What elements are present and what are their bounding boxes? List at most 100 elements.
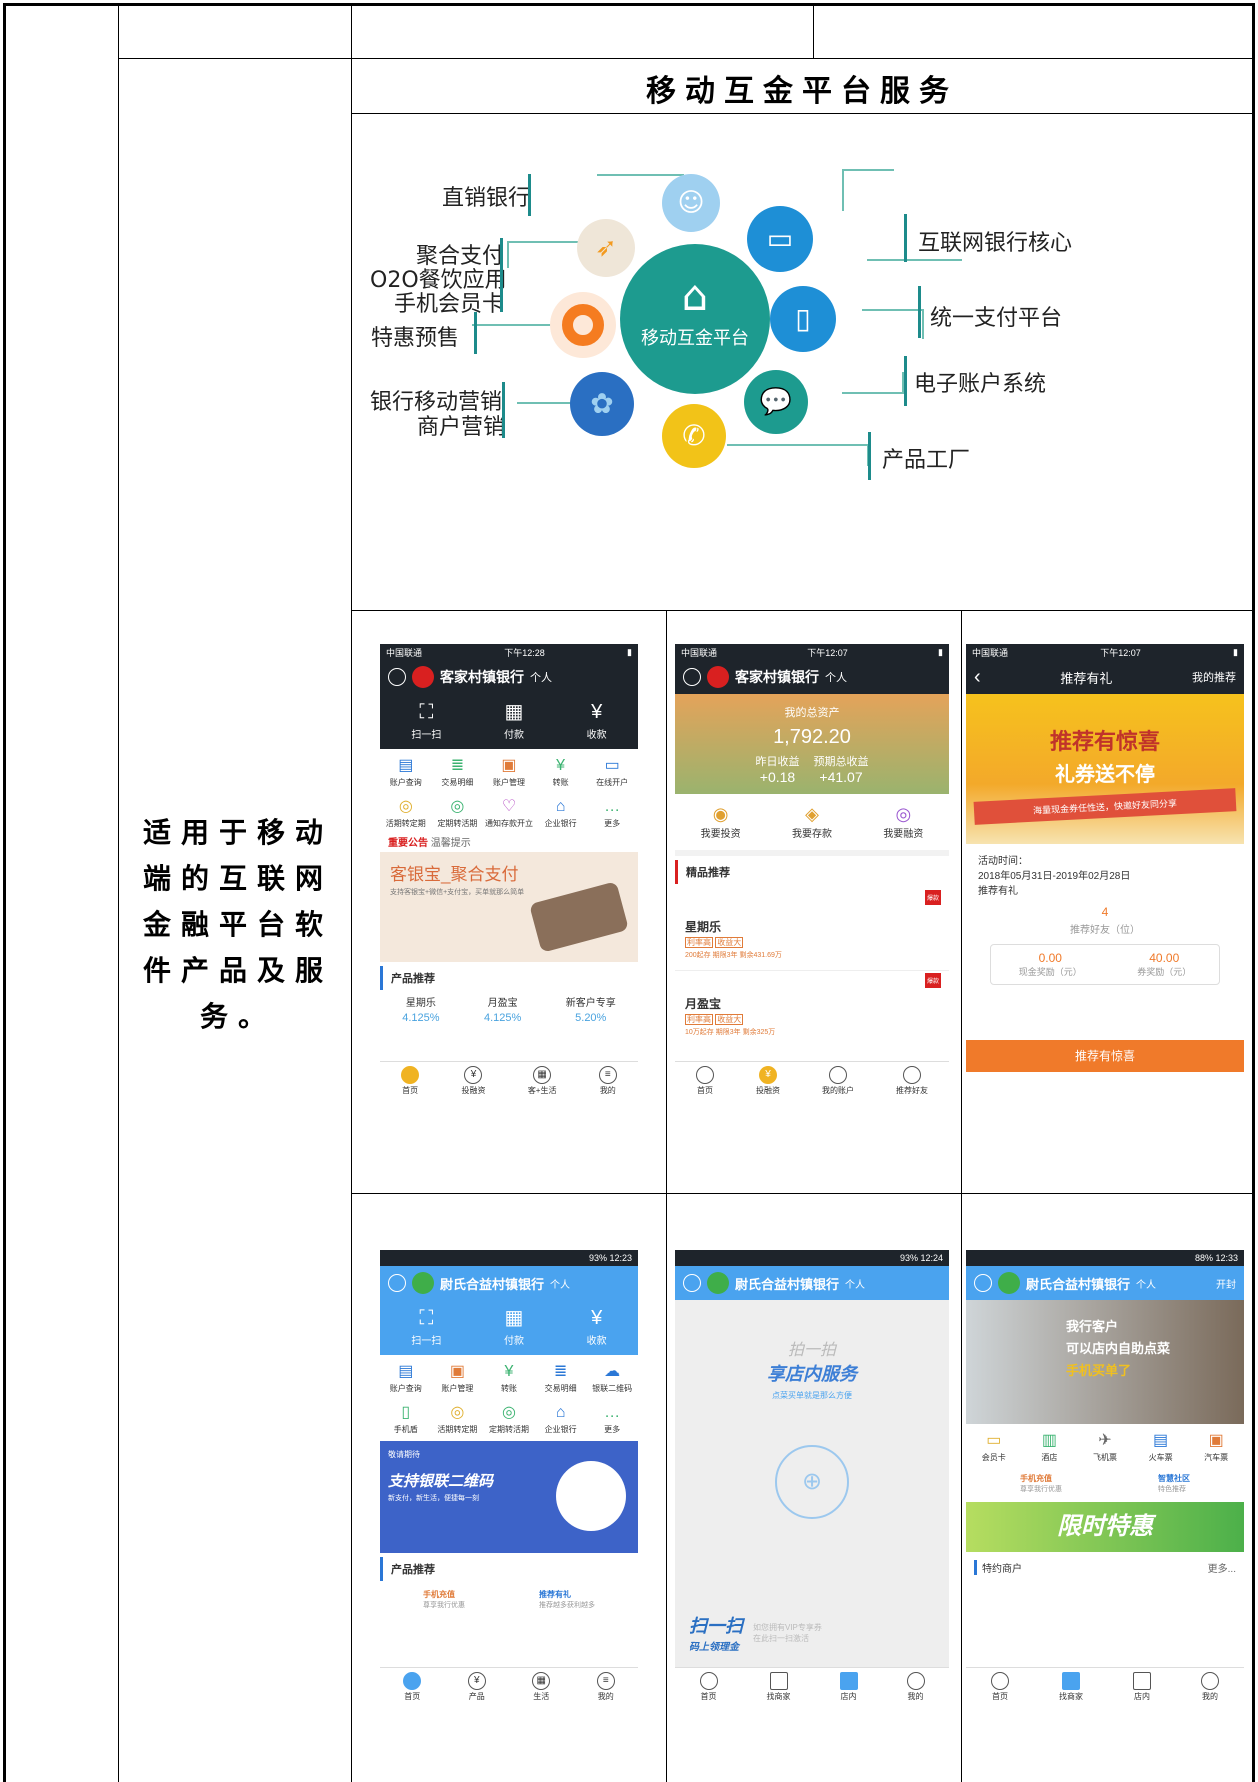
menu-item[interactable]: … 更多 — [586, 796, 638, 829]
receive-button[interactable]: ¥ 收款 — [587, 698, 607, 741]
tab-products[interactable]: ¥ 产品 — [467, 1668, 486, 1708]
back-icon[interactable]: ‹ — [974, 666, 981, 689]
mode-label[interactable]: 个人 — [550, 1276, 570, 1291]
menu-item[interactable]: ♡ 通知存款开立 — [483, 796, 535, 829]
yuan-icon: ¥ — [591, 701, 603, 723]
vip-scan-banner[interactable]: 扫一扫 码上领理金 如您拥有VIP专享券 在此扫一扫激活 — [689, 1612, 935, 1653]
menu-item[interactable]: ⌂ 企业银行 — [535, 1402, 587, 1435]
menu-item[interactable]: ◎ 活期转定期 — [432, 1402, 484, 1435]
product-name: 星期乐 — [405, 998, 436, 1009]
tab-mine[interactable]: 我的 — [1201, 1668, 1219, 1708]
banner[interactable]: 敬请期待 支持银联二维码 新支付，新生活，便捷每一刻 — [380, 1441, 638, 1553]
tab-invest[interactable]: ¥ 投融资 — [756, 1062, 780, 1102]
menu-item[interactable]: ▯ 手机盾 — [380, 1402, 432, 1435]
menu-item[interactable]: ◎ 定期转活期 — [432, 796, 484, 829]
my-referrals-link[interactable]: 我的推荐 — [1192, 669, 1236, 685]
avatar-icon[interactable] — [683, 668, 701, 686]
city-selector[interactable]: 开封 — [1216, 1276, 1236, 1291]
clock: 下午12:07 — [1100, 647, 1141, 658]
avatar-icon[interactable] — [683, 1274, 701, 1292]
category-item[interactable]: ▥ 酒店 — [1022, 1430, 1078, 1463]
invest-button[interactable]: ◉ 我要投资 — [701, 804, 741, 840]
limited-sale-banner[interactable]: 限时特惠 — [966, 1502, 1244, 1552]
tab-life[interactable]: ▦ 生活 — [532, 1668, 551, 1708]
more-link[interactable]: 更多... — [1208, 1560, 1236, 1575]
tab-home[interactable]: 首页 — [991, 1668, 1009, 1708]
tab-merchants[interactable]: 找商家 — [1059, 1668, 1083, 1708]
promo-card[interactable]: 智慧社区 特色推荐 — [1158, 1473, 1190, 1494]
category-item[interactable]: ▭ 会员卡 — [966, 1430, 1022, 1463]
pay-button[interactable]: ▦ 付款 — [504, 1304, 524, 1347]
earnings-row: 昨日收益 +0.18 预期总收益 +41.07 — [675, 753, 949, 785]
menu-item[interactable]: ▭ 在线开户 — [586, 755, 638, 788]
hero-banner[interactable]: 我行客户 可以店内自助点菜 手机买单了 — [966, 1300, 1244, 1424]
tab-life[interactable]: ▦ 客+生活 — [528, 1062, 556, 1102]
tab-in-store[interactable]: 店内 — [1133, 1668, 1151, 1708]
product-card[interactable]: 月盈宝 4.125% — [484, 994, 521, 1024]
scan-target-icon[interactable]: ⊕ — [775, 1445, 849, 1519]
product-card[interactable]: 星期乐 4.125% — [402, 994, 439, 1024]
menu-item[interactable]: ◎ 定期转活期 — [483, 1402, 535, 1435]
avatar-icon[interactable] — [388, 1274, 406, 1292]
promo-card[interactable]: 手机充值 尊享我行优惠 — [423, 1589, 465, 1610]
tab-home[interactable]: 首页 — [403, 1668, 422, 1708]
menu-item[interactable]: ⌂ 企业银行 — [535, 796, 587, 829]
banner[interactable]: 客银宝_聚合支付 支持客银宝+微信+支付宝，买单就那么简单 — [380, 852, 638, 962]
deposit-button[interactable]: ◈ 我要存款 — [792, 804, 832, 840]
pay-label: 付款 — [503, 730, 524, 741]
hot-badge: 爆款 — [924, 973, 941, 988]
avatar-icon[interactable] — [388, 668, 406, 686]
menu-item[interactable]: ▤ 账户查询 — [380, 1361, 432, 1394]
list-item[interactable]: 爆款 星期乐 利率高 收益大 200起存 期限3年 剩余431.69万 — [675, 888, 949, 971]
tab-invest[interactable]: ¥ 投融资 — [461, 1062, 485, 1102]
scan-button[interactable]: ⛶ 扫一扫 — [411, 1304, 441, 1347]
menu-label: 账户查询 — [389, 1384, 422, 1393]
tab-mine[interactable]: 我的 — [906, 1668, 925, 1708]
product-card[interactable]: 新客户专享 5.20% — [566, 994, 616, 1024]
finance-button[interactable]: ◎ 我要融资 — [883, 804, 923, 840]
refer-button[interactable]: 推荐有惊喜 — [966, 1040, 1244, 1072]
coin-icon: ◉ — [712, 804, 729, 824]
tab-account[interactable]: 我的账户 — [822, 1062, 854, 1102]
tab-mine[interactable]: ≡ 我的 — [598, 1062, 617, 1102]
promo-card[interactable]: 手机充值 尊享我行优惠 — [1020, 1473, 1062, 1494]
avatar-icon[interactable] — [974, 1274, 992, 1292]
tab-in-store[interactable]: 店内 — [839, 1668, 858, 1708]
promo-card[interactable]: 推荐有礼 推荐越多获利越多 — [539, 1589, 595, 1610]
mode-label[interactable]: 个人 — [845, 1276, 865, 1291]
item-tags: 利率高 收益大 — [685, 1014, 939, 1025]
tab-home[interactable]: 首页 — [696, 1062, 714, 1102]
tag: 利率高 — [685, 937, 713, 948]
mode-label[interactable]: 个人 — [530, 669, 552, 685]
menu-item[interactable]: ▣ 账户管理 — [483, 755, 535, 788]
menu-item[interactable]: ▣ 账户管理 — [432, 1361, 484, 1394]
tab-home[interactable]: 首页 — [699, 1668, 718, 1708]
tab-merchants[interactable]: 找商家 — [767, 1668, 791, 1708]
menu-item[interactable]: ◎ 活期转定期 — [380, 796, 432, 829]
tab-home[interactable]: 首页 — [401, 1062, 420, 1102]
menu-item[interactable]: … 更多 — [586, 1402, 638, 1435]
menu-item[interactable]: ¥ 转账 — [483, 1361, 535, 1394]
menu-item[interactable]: ≣ 交易明细 — [535, 1361, 587, 1394]
bank-logo — [412, 666, 434, 688]
menu-item[interactable]: ≣ 交易明细 — [432, 755, 484, 788]
menu-item[interactable]: ☁ 银联二维码 — [586, 1361, 638, 1394]
diamond-icon: ◎ — [895, 804, 912, 824]
category-item[interactable]: ✈ 飞机票 — [1077, 1430, 1133, 1463]
tab-label: 生活 — [533, 1692, 550, 1701]
mode-label[interactable]: 个人 — [1136, 1276, 1156, 1291]
category-label: 汽车票 — [1204, 1453, 1229, 1462]
notice-bar[interactable]: 重要公告 温馨提示 — [380, 831, 638, 852]
tab-refer[interactable]: 推荐好友 — [896, 1062, 928, 1102]
mode-label[interactable]: 个人 — [825, 669, 847, 685]
pay-button[interactable]: ▦ 付款 — [504, 698, 524, 741]
category-item[interactable]: ▣ 汽车票 — [1188, 1430, 1244, 1463]
scan-button[interactable]: ⛶ 扫一扫 — [411, 698, 441, 741]
connector-factory — [727, 444, 869, 466]
list-item[interactable]: 爆款 月盈宝 利率高 收益大 10万起存 期限3年 剩余325万 — [675, 971, 949, 1043]
menu-item[interactable]: ¥ 转账 — [535, 755, 587, 788]
category-item[interactable]: ▤ 火车票 — [1133, 1430, 1189, 1463]
menu-item[interactable]: ▤ 账户查询 — [380, 755, 432, 788]
receive-button[interactable]: ¥ 收款 — [587, 1304, 607, 1347]
tab-mine[interactable]: ≡ 我的 — [596, 1668, 615, 1708]
